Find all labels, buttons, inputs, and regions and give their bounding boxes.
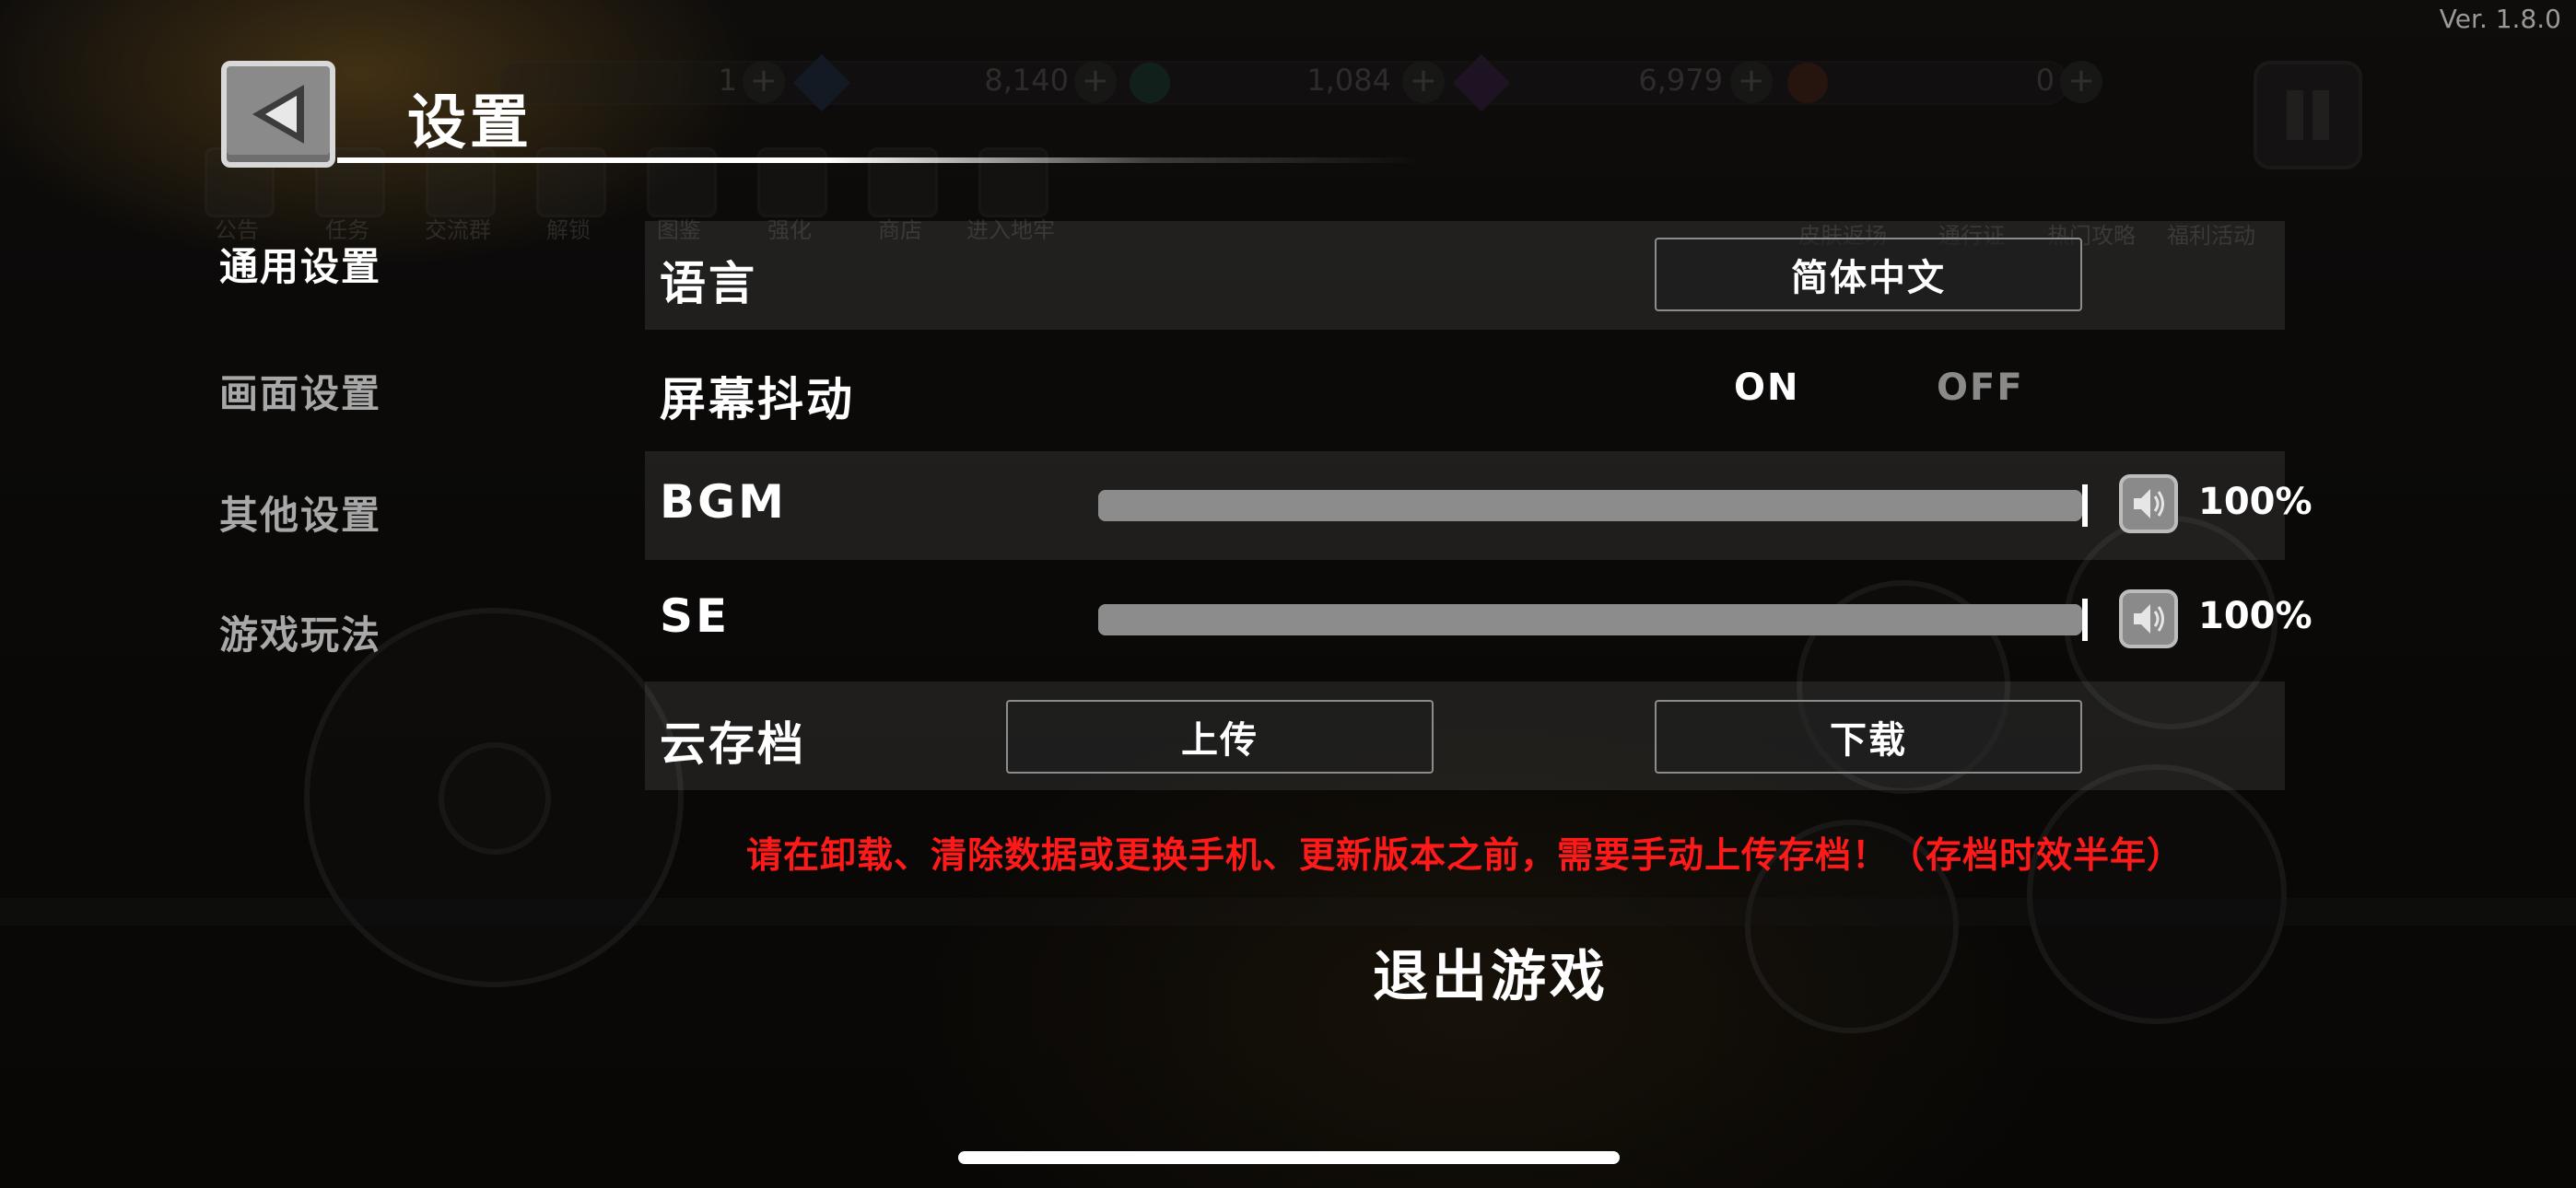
upload-button[interactable]: 上传	[1006, 700, 1434, 774]
se-label: SE	[660, 589, 731, 643]
bgm-slider-handle[interactable]	[2082, 484, 2088, 527]
se-percent: 100%	[2198, 595, 2313, 637]
back-button[interactable]	[221, 61, 335, 168]
bgm-percent: 100%	[2198, 481, 2313, 523]
se-slider-handle[interactable]	[2082, 599, 2088, 641]
bgm-label: BGM	[660, 475, 787, 529]
cloud-save-label: 云存档	[660, 717, 806, 771]
version-label: Ver. 1.8.0	[2439, 4, 2561, 34]
tab-display[interactable]: 画面设置	[219, 363, 381, 419]
language-select[interactable]: 简体中文	[1655, 238, 2082, 311]
screen-shake-label: 屏幕抖动	[660, 373, 855, 426]
se-slider[interactable]	[1098, 599, 2088, 641]
tab-other[interactable]: 其他设置	[219, 484, 381, 541]
page-title: 设置	[407, 89, 533, 157]
bgm-speaker-button[interactable]	[2119, 474, 2178, 533]
game-screen: 1 + 8,140 + 1,084 + 6,979 + 0 + 公告 任务 交流…	[0, 0, 2576, 1188]
speaker-icon	[2134, 489, 2164, 518]
language-label: 语言	[660, 257, 757, 310]
tab-general[interactable]: 通用设置	[219, 236, 381, 292]
tab-gameplay[interactable]: 游戏玩法	[219, 604, 381, 660]
se-speaker-button[interactable]	[2119, 589, 2178, 648]
screen-shake-on[interactable]: ON	[1734, 367, 1799, 409]
cloud-save-warning: 请在卸载、清除数据或更换手机、更新版本之前，需要手动上传存档！（存档时效半年）	[745, 835, 2184, 877]
overlay-dim	[0, 0, 2576, 1188]
download-button[interactable]: 下载	[1655, 700, 2082, 774]
back-arrow-icon	[252, 85, 304, 144]
home-indicator[interactable]	[958, 1151, 1620, 1164]
bgm-slider-fill	[1098, 490, 2082, 521]
title-underline	[337, 157, 1424, 163]
speaker-icon	[2134, 604, 2164, 634]
se-slider-fill	[1098, 604, 2082, 635]
exit-game-button[interactable]: 退出游戏	[1373, 932, 1609, 1012]
screen-shake-off[interactable]: OFF	[1937, 367, 2024, 409]
bgm-slider[interactable]	[1098, 484, 2088, 527]
